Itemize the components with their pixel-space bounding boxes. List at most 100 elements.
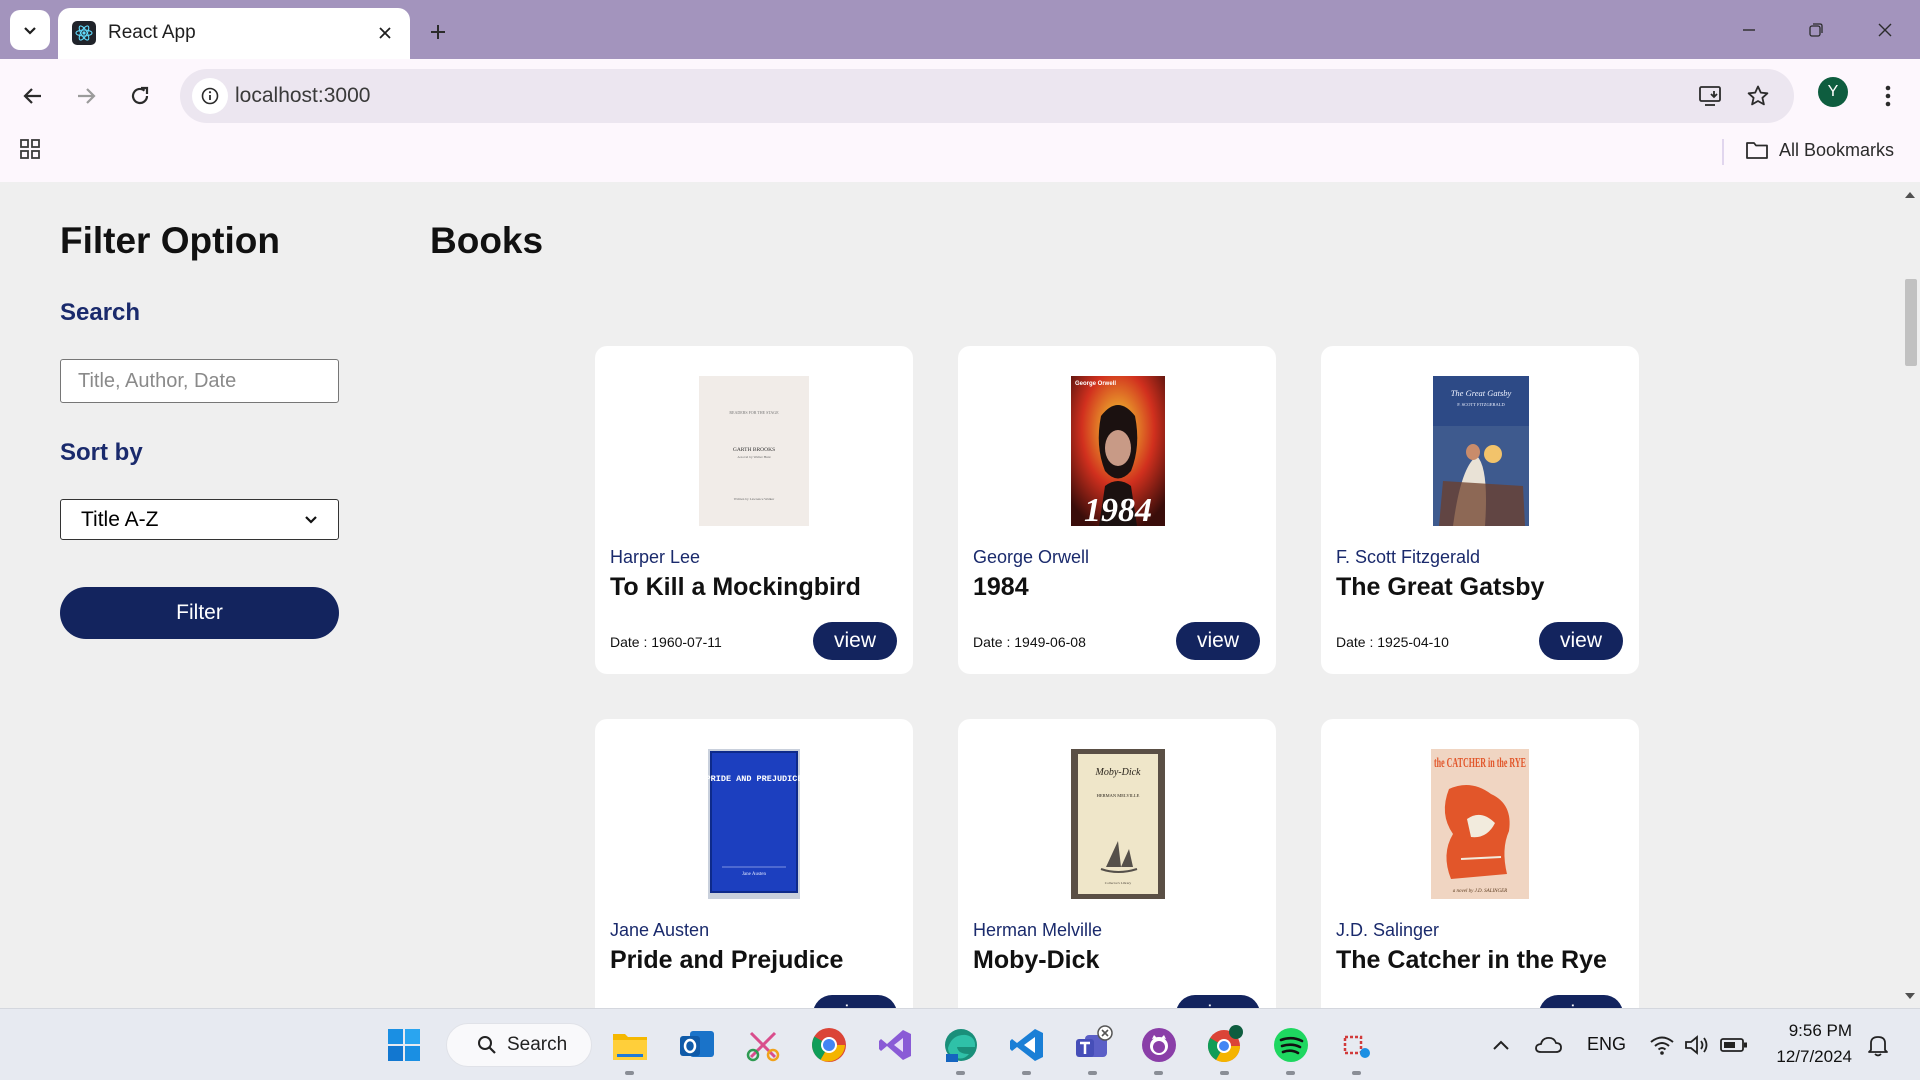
scroll-up-arrow-icon[interactable] bbox=[1904, 188, 1916, 200]
visual-studio-icon[interactable] bbox=[873, 1023, 917, 1067]
view-button[interactable]: view bbox=[1176, 995, 1260, 1008]
pride-cover-title: PRIDE AND PREJUDICE bbox=[708, 774, 800, 784]
book-title: The Catcher in the Rye bbox=[1336, 946, 1607, 974]
scrollbar-thumb[interactable] bbox=[1905, 279, 1917, 366]
view-button[interactable]: view bbox=[813, 995, 897, 1008]
browser-menu-button[interactable] bbox=[1873, 76, 1903, 116]
more-vertical-icon bbox=[1885, 85, 1891, 107]
book-date: Date : 1960-07-11 bbox=[610, 634, 722, 650]
catcher-cover-author: a novel by J.D. SALINGER bbox=[1453, 889, 1507, 894]
book-date: Date : 1925-04-10 bbox=[1336, 634, 1449, 650]
restore-icon bbox=[1809, 23, 1823, 37]
tab-title: React App bbox=[108, 22, 196, 43]
gatsby-cover-author: F. SCOTT FITZGERALD bbox=[1457, 402, 1505, 407]
search-icon bbox=[478, 1036, 496, 1054]
edge-dev-icon[interactable] bbox=[939, 1023, 983, 1075]
sort-select[interactable]: Title A-Z bbox=[60, 499, 339, 540]
mobydick-cover-imprint: Collector's Library bbox=[1105, 881, 1132, 885]
file-explorer-icon[interactable] bbox=[608, 1023, 652, 1075]
all-bookmarks-button[interactable]: All Bookmarks bbox=[1745, 135, 1894, 165]
reload-icon bbox=[131, 86, 149, 105]
view-button[interactable]: view bbox=[813, 622, 897, 660]
plus-icon bbox=[431, 25, 445, 39]
book-card: Moby-Dick HERMAN MELVILLE Collector's Li… bbox=[958, 719, 1276, 1008]
browser-tab[interactable]: React App bbox=[58, 8, 410, 59]
running-indicator bbox=[1220, 1071, 1229, 1075]
tab-search-button[interactable] bbox=[10, 10, 50, 50]
book-author: Harper Lee bbox=[610, 547, 701, 567]
book-card: George Orwell 1984 George Orwell 1984 Da… bbox=[958, 346, 1276, 674]
pride-cover-author: Jane Austen bbox=[742, 872, 767, 877]
notification-bell-icon[interactable] bbox=[1856, 1023, 1900, 1067]
chrome-icon[interactable] bbox=[807, 1023, 851, 1067]
screen-tool-icon[interactable] bbox=[1335, 1023, 1379, 1075]
vscode-icon[interactable] bbox=[1005, 1023, 1049, 1075]
restore-button[interactable] bbox=[1791, 10, 1841, 50]
chrome-profile-icon[interactable] bbox=[1203, 1023, 1247, 1075]
teams-icon[interactable] bbox=[1071, 1023, 1115, 1075]
apps-grid-icon bbox=[20, 139, 40, 159]
1984-cover: George Orwell 1984 bbox=[1071, 376, 1165, 526]
1984-cover-title: 1984 bbox=[1084, 492, 1152, 526]
catcher-cover: the CATCHER in the RYE a novel by J.D. S… bbox=[1431, 749, 1529, 899]
install-app-icon[interactable] bbox=[1692, 78, 1728, 114]
running-indicator bbox=[956, 1071, 965, 1075]
battery-icon[interactable] bbox=[1712, 1023, 1756, 1067]
profile-avatar[interactable]: Y bbox=[1818, 77, 1848, 107]
outlook-icon[interactable] bbox=[675, 1023, 719, 1067]
book-author: Herman Melville bbox=[973, 920, 1103, 940]
show-hidden-icons-chevron-icon[interactable] bbox=[1479, 1023, 1523, 1067]
close-window-button[interactable] bbox=[1860, 10, 1910, 50]
minimize-button[interactable] bbox=[1724, 10, 1774, 50]
book-card: PRIDE AND PREJUDICE Jane Austen Jane Aus… bbox=[595, 719, 913, 1008]
new-tab-button[interactable] bbox=[420, 14, 456, 50]
running-indicator bbox=[1088, 1071, 1097, 1075]
github-desktop-icon[interactable] bbox=[1137, 1023, 1181, 1075]
filter-heading: Filter Option bbox=[60, 220, 280, 261]
tab-close-icon[interactable] bbox=[374, 22, 396, 44]
onedrive-cloud-icon[interactable] bbox=[1526, 1023, 1570, 1067]
page-content: Filter Option Search Sort by Title A-Z F… bbox=[0, 182, 1900, 1008]
pride-cover: PRIDE AND PREJUDICE Jane Austen bbox=[708, 749, 800, 899]
address-bar[interactable]: localhost:3000 bbox=[180, 69, 1794, 123]
snipping-tool-icon[interactable] bbox=[741, 1023, 785, 1067]
view-button[interactable]: view bbox=[1176, 622, 1260, 660]
scroll-down-arrow-icon[interactable] bbox=[1904, 990, 1916, 1002]
filter-button[interactable]: Filter bbox=[60, 587, 339, 639]
mobydick-cover-title: Moby-Dick bbox=[1095, 767, 1142, 778]
apps-button[interactable] bbox=[15, 134, 45, 164]
view-button[interactable]: view bbox=[1539, 995, 1623, 1008]
book-title: 1984 bbox=[973, 573, 1029, 601]
taskbar-time[interactable]: 9:56 PM bbox=[1788, 1021, 1852, 1041]
gatsby-cover: The Great Gatsby F. SCOTT FITZGERALD bbox=[1433, 376, 1529, 526]
book-title: To Kill a Mockingbird bbox=[610, 573, 861, 601]
bookmark-star-icon[interactable] bbox=[1740, 78, 1776, 114]
mockingbird-cover: READERS FOR THE STAGE GARTH BROOKS A nov… bbox=[699, 376, 809, 526]
taskbar-search-box[interactable]: Search bbox=[446, 1023, 592, 1067]
catcher-cover-title: the CATCHER in the RYE bbox=[1434, 756, 1526, 771]
browser-toolbar: localhost:3000 Y All Bookmarks bbox=[0, 59, 1920, 189]
running-indicator bbox=[1154, 1071, 1163, 1075]
windows-start-icon[interactable] bbox=[382, 1023, 426, 1067]
all-bookmarks-label: All Bookmarks bbox=[1779, 139, 1895, 160]
chevron-down-icon bbox=[24, 27, 36, 35]
book-author: George Orwell bbox=[973, 547, 1090, 567]
url-text[interactable]: localhost:3000 bbox=[235, 84, 370, 108]
page-scrollbar[interactable] bbox=[1900, 182, 1920, 1008]
taskbar-date[interactable]: 12/7/2024 bbox=[1766, 1047, 1852, 1067]
book-card: The Great Gatsby F. SCOTT FITZGERALD F. … bbox=[1321, 346, 1639, 674]
book-author: Jane Austen bbox=[610, 920, 710, 940]
view-button[interactable]: view bbox=[1539, 622, 1623, 660]
bookmarks-divider bbox=[1722, 139, 1724, 165]
close-icon bbox=[1878, 23, 1892, 37]
back-button[interactable] bbox=[13, 76, 53, 116]
reload-button[interactable] bbox=[120, 76, 160, 116]
mockingbird-cover-line2: GARTH BROOKS bbox=[733, 447, 775, 453]
mobydick-cover-author: HERMAN MELVILLE bbox=[1097, 793, 1140, 798]
language-indicator[interactable]: ENG bbox=[1587, 1034, 1626, 1055]
forward-button[interactable] bbox=[66, 76, 106, 116]
spotify-icon[interactable] bbox=[1269, 1023, 1313, 1075]
running-indicator bbox=[625, 1071, 634, 1075]
search-input[interactable] bbox=[60, 359, 339, 403]
site-info-icon[interactable] bbox=[192, 78, 228, 114]
